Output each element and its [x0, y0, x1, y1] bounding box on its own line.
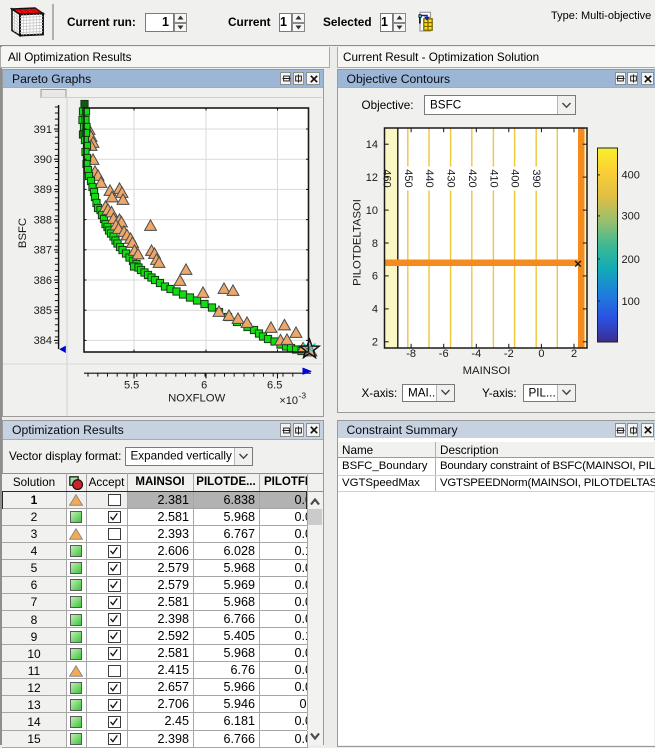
svg-text:420: 420 — [465, 169, 477, 187]
svg-text:6: 6 — [201, 380, 207, 392]
svg-text:390: 390 — [34, 154, 52, 166]
svg-text:384: 384 — [34, 335, 52, 347]
svg-text:NOXFLOW: NOXFLOW — [168, 393, 225, 405]
svg-text:2: 2 — [371, 337, 377, 349]
svg-text:391: 391 — [34, 124, 52, 136]
svg-text:389: 389 — [34, 184, 52, 196]
svg-text:5.5: 5.5 — [124, 380, 139, 392]
svg-text:-8: -8 — [406, 348, 416, 360]
svg-text:388: 388 — [34, 214, 52, 226]
svg-text:6: 6 — [371, 271, 377, 283]
svg-text:450: 450 — [401, 169, 413, 187]
svg-text:390: 390 — [530, 169, 542, 187]
svg-text:MAINSOI: MAINSOI — [462, 365, 510, 377]
svg-text:200: 200 — [621, 254, 639, 266]
svg-text:386: 386 — [34, 275, 52, 287]
svg-text:BSFC: BSFC — [17, 218, 29, 248]
svg-text:400: 400 — [508, 169, 520, 187]
svg-text:-6: -6 — [438, 348, 448, 360]
svg-text:×10: ×10 — [279, 395, 298, 407]
svg-text:300: 300 — [621, 211, 639, 223]
svg-text:385: 385 — [34, 305, 52, 317]
svg-text:14: 14 — [365, 139, 377, 151]
svg-text:10: 10 — [365, 205, 377, 217]
svg-text:460: 460 — [380, 169, 392, 187]
svg-text:PILOTDELTASOI: PILOTDELTASOI — [351, 199, 363, 286]
svg-text:400: 400 — [621, 170, 639, 182]
svg-text:430: 430 — [444, 169, 456, 187]
svg-text:440: 440 — [423, 169, 435, 187]
svg-text:8: 8 — [371, 238, 377, 250]
svg-text:4: 4 — [371, 304, 377, 316]
svg-text:2: 2 — [570, 348, 576, 360]
svg-text:-2: -2 — [503, 348, 513, 360]
svg-text:-4: -4 — [471, 348, 481, 360]
svg-text:100: 100 — [621, 296, 639, 308]
svg-text:410: 410 — [487, 169, 499, 187]
svg-text:0: 0 — [538, 348, 544, 360]
svg-text:-3: -3 — [299, 391, 307, 401]
svg-text:387: 387 — [34, 245, 52, 257]
svg-text:12: 12 — [365, 172, 377, 184]
svg-text:6.5: 6.5 — [267, 380, 282, 392]
